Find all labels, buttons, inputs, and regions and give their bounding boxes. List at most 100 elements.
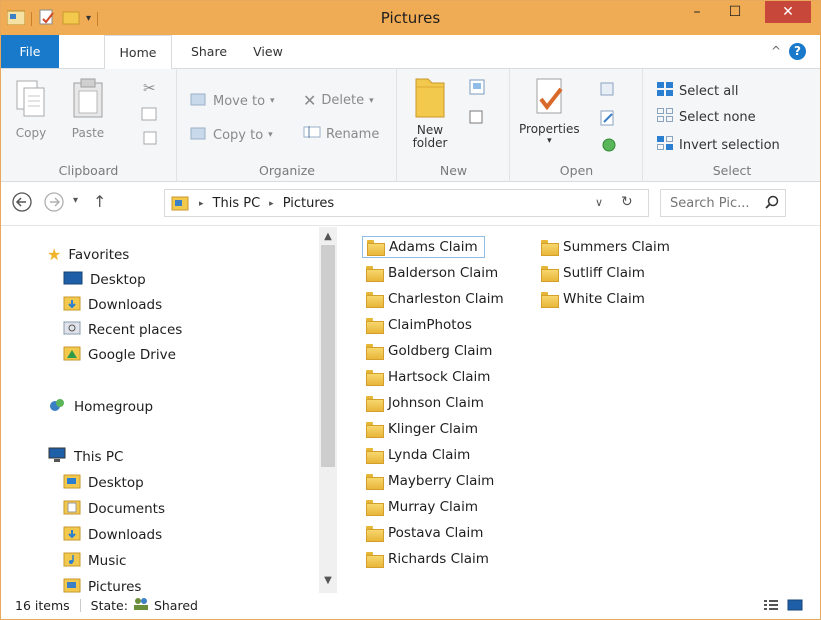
tab-view[interactable]: View xyxy=(243,35,293,69)
nav-homegroup[interactable]: Homegroup xyxy=(47,397,153,417)
list-item[interactable]: Postava Claim xyxy=(362,522,489,544)
nav-item-music[interactable]: Music xyxy=(63,551,126,571)
tab-share[interactable]: Share xyxy=(181,35,237,69)
delete-button[interactable]: ✕ Delete ▾ xyxy=(303,91,374,110)
breadcrumb-separator-icon[interactable]: ▸ xyxy=(199,199,204,209)
file-list: Adams Claim Balderson Claim Charleston C… xyxy=(341,227,820,593)
copy-icon xyxy=(15,79,47,124)
open-icon[interactable] xyxy=(599,81,619,100)
music-folder-icon xyxy=(63,551,81,571)
paste-shortcut-icon[interactable] xyxy=(143,131,157,148)
select-all-button[interactable]: Select all xyxy=(656,81,738,101)
nav-item-recent-places[interactable]: Recent places xyxy=(63,320,182,340)
refresh-icon[interactable]: ↻ xyxy=(621,194,633,210)
paste-icon xyxy=(71,77,105,124)
paste-button[interactable]: Paste xyxy=(71,77,105,140)
large-icons-view-icon[interactable] xyxy=(787,598,803,615)
nav-pane-scrollbar[interactable]: ▲ ▼ xyxy=(319,227,337,593)
folder-icon xyxy=(541,266,559,282)
move-to-button[interactable]: Move to ▾ xyxy=(190,91,275,111)
scroll-down-icon[interactable]: ▼ xyxy=(319,573,337,589)
folder-icon xyxy=(366,552,384,568)
recent-places-icon xyxy=(63,320,81,340)
nav-item-pictures[interactable]: Pictures xyxy=(63,577,141,593)
copy-path-icon[interactable] xyxy=(141,107,157,124)
search-icon[interactable] xyxy=(765,195,779,212)
nav-item-documents[interactable]: Documents xyxy=(63,499,165,519)
list-item[interactable]: Balderson Claim xyxy=(362,262,504,284)
title-bar: ▾ Pictures – ☐ ✕ xyxy=(1,1,820,35)
list-item[interactable]: Charleston Claim xyxy=(362,288,510,310)
copy-to-dropdown-icon: ▾ xyxy=(268,130,273,140)
copy-button[interactable]: Copy xyxy=(15,79,47,140)
ribbon: Copy Paste ✂ Clipboard Move to ▾ ✕ Delet… xyxy=(1,69,820,182)
clipboard-group: Copy Paste ✂ Clipboard xyxy=(1,69,177,182)
list-item[interactable]: Johnson Claim xyxy=(362,392,490,414)
edit-icon[interactable] xyxy=(599,109,617,130)
folder-icon xyxy=(366,266,384,282)
list-item[interactable]: ClaimPhotos xyxy=(362,314,478,336)
search-input[interactable] xyxy=(661,190,759,216)
open-group: Properties ▾ Open xyxy=(511,69,643,182)
nav-favorites[interactable]: ★ Favorites xyxy=(47,245,129,264)
collapse-ribbon-icon[interactable]: ^ xyxy=(771,44,781,58)
folder-icon xyxy=(541,240,559,256)
search-box[interactable] xyxy=(660,189,786,217)
minimize-button[interactable]: – xyxy=(683,1,711,23)
nav-item-downloads[interactable]: Downloads xyxy=(63,295,162,315)
invert-selection-button[interactable]: Invert selection xyxy=(656,135,780,155)
list-item[interactable]: Sutliff Claim xyxy=(537,262,651,284)
help-icon[interactable]: ? xyxy=(789,43,806,60)
recent-locations-icon[interactable]: ▾ xyxy=(73,195,78,206)
list-item[interactable]: Goldberg Claim xyxy=(362,340,498,362)
explorer-window: ▾ Pictures – ☐ ✕ File Home Share View ^ … xyxy=(0,0,821,620)
nav-this-pc[interactable]: This PC xyxy=(47,447,123,467)
breadcrumb-pictures[interactable]: Pictures xyxy=(283,196,334,211)
easy-access-icon[interactable] xyxy=(468,109,490,128)
nav-item-google-drive[interactable]: Google Drive xyxy=(63,345,176,365)
list-item[interactable]: Mayberry Claim xyxy=(362,470,500,492)
maximize-button[interactable]: ☐ xyxy=(721,1,749,23)
list-item[interactable]: Adams Claim xyxy=(362,236,485,258)
address-dropdown-icon[interactable]: ∨ xyxy=(595,196,603,209)
folder-icon xyxy=(541,292,559,308)
rename-icon xyxy=(303,125,321,143)
cut-icon[interactable]: ✂ xyxy=(143,79,156,97)
list-item[interactable]: Richards Claim xyxy=(362,548,495,570)
scroll-thumb[interactable] xyxy=(321,245,335,467)
select-none-button[interactable]: Select none xyxy=(656,107,756,127)
tab-home[interactable]: Home xyxy=(104,35,172,70)
breadcrumb-this-pc[interactable]: This PC xyxy=(213,196,261,211)
tab-file[interactable]: File xyxy=(1,35,59,68)
copy-to-button[interactable]: Copy to ▾ xyxy=(190,125,273,145)
close-button[interactable]: ✕ xyxy=(765,1,811,23)
address-bar[interactable]: ▸ This PC ▸ Pictures ∨ ↻ xyxy=(164,189,649,217)
back-arrow-icon xyxy=(12,192,32,212)
list-item[interactable]: White Claim xyxy=(537,288,651,310)
new-folder-button[interactable]: New folder xyxy=(412,75,448,150)
breadcrumb-separator-icon[interactable]: ▸ xyxy=(269,199,274,209)
computer-icon xyxy=(47,447,67,467)
list-item[interactable]: Hartsock Claim xyxy=(362,366,496,388)
nav-item-pc-downloads[interactable]: Downloads xyxy=(63,525,162,545)
history-icon[interactable] xyxy=(599,135,617,156)
navigation-pane: ★ Favorites Desktop Downloads Recent pla… xyxy=(1,227,339,593)
rename-button[interactable]: Rename xyxy=(303,125,379,143)
new-item-icon[interactable] xyxy=(468,79,490,100)
scroll-up-icon[interactable]: ▲ xyxy=(319,229,337,245)
folder-icon xyxy=(366,318,384,334)
list-item[interactable]: Klinger Claim xyxy=(362,418,484,440)
up-arrow-icon[interactable]: ↑ xyxy=(93,192,106,211)
details-view-icon[interactable] xyxy=(764,599,778,614)
google-drive-icon xyxy=(63,345,81,365)
nav-item-desktop[interactable]: Desktop xyxy=(63,270,146,290)
invert-selection-icon xyxy=(656,135,674,155)
status-bar: 16 items State: Shared xyxy=(1,593,820,619)
list-item[interactable]: Lynda Claim xyxy=(362,444,476,466)
nav-item-pc-desktop[interactable]: Desktop xyxy=(63,473,144,493)
forward-button[interactable] xyxy=(43,191,65,217)
list-item[interactable]: Murray Claim xyxy=(362,496,484,518)
list-item[interactable]: Summers Claim xyxy=(537,236,676,258)
properties-button[interactable]: Properties ▾ xyxy=(519,77,580,146)
back-button[interactable] xyxy=(11,191,33,217)
